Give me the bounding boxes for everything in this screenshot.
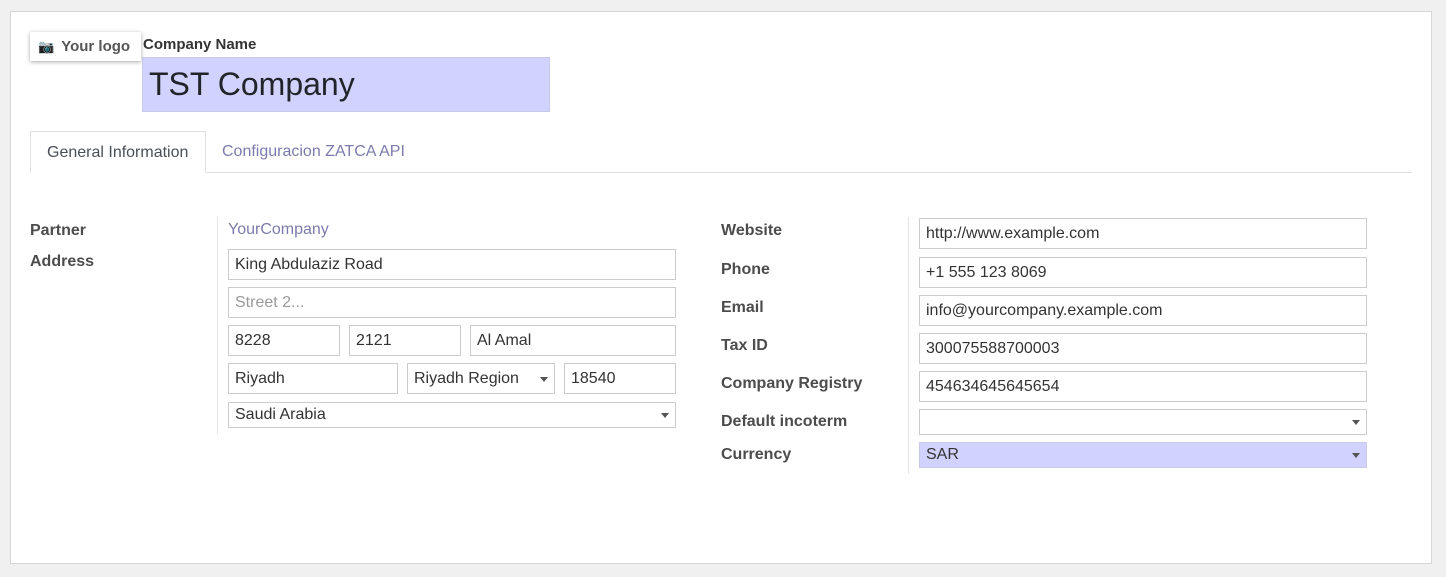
state-select[interactable]: Riyadh Region — [407, 363, 555, 394]
street2-input[interactable]: Street 2... — [228, 287, 676, 318]
zip-input[interactable]: 18540 — [564, 363, 676, 394]
tab-bar: General Information Configuracion ZATCA … — [30, 131, 1412, 173]
country-value: Saudi Arabia — [235, 406, 326, 423]
caret-down-icon — [540, 376, 548, 382]
default-incoterm-select[interactable] — [919, 409, 1367, 435]
email-input[interactable]: info@yourcompany.example.com — [919, 295, 1367, 326]
tab-zatca-api[interactable]: Configuracion ZATCA API — [206, 131, 421, 172]
tab-general-information[interactable]: General Information — [30, 131, 206, 173]
currency-value: SAR — [926, 446, 959, 463]
email-label: Email — [721, 299, 764, 316]
phone-input[interactable]: +1 555 123 8069 — [919, 257, 1367, 288]
currency-select[interactable]: SAR — [919, 442, 1367, 468]
additional-number-input[interactable]: 2121 — [349, 325, 461, 356]
camera-icon: 📷 — [38, 38, 55, 54]
company-registry-input[interactable]: 454634645645654 — [919, 371, 1367, 402]
partner-label: Partner — [30, 222, 87, 239]
right-divider — [908, 217, 909, 474]
default-incoterm-label: Default incoterm — [721, 413, 848, 430]
logo-upload-button[interactable]: 📷 Your logo — [30, 32, 141, 61]
website-label: Website — [721, 222, 783, 239]
tax-id-label: Tax ID — [721, 337, 768, 354]
district-input[interactable]: Al Amal — [470, 325, 676, 356]
building-number-input[interactable]: 8228 — [228, 325, 340, 356]
caret-down-icon — [1352, 420, 1360, 425]
caret-down-icon — [661, 413, 669, 418]
website-input[interactable]: http://www.example.com — [919, 218, 1367, 249]
city-input[interactable]: Riyadh — [228, 363, 398, 394]
company-name-input[interactable]: TST Company — [142, 57, 550, 112]
company-name-label: Company Name — [143, 36, 257, 53]
caret-down-icon — [1352, 453, 1360, 458]
left-divider — [217, 217, 218, 434]
address-label: Address — [30, 253, 95, 270]
phone-label: Phone — [721, 261, 770, 278]
tax-id-input[interactable]: 300075588700003 — [919, 333, 1367, 364]
company-registry-label: Company Registry — [721, 375, 863, 392]
country-select[interactable]: Saudi Arabia — [228, 402, 676, 428]
currency-label: Currency — [721, 446, 792, 463]
state-value: Riyadh Region — [414, 370, 519, 387]
logo-label: Your logo — [61, 38, 131, 55]
partner-link[interactable]: YourCompany — [228, 221, 329, 239]
street-input[interactable]: King Abdulaziz Road — [228, 249, 676, 280]
